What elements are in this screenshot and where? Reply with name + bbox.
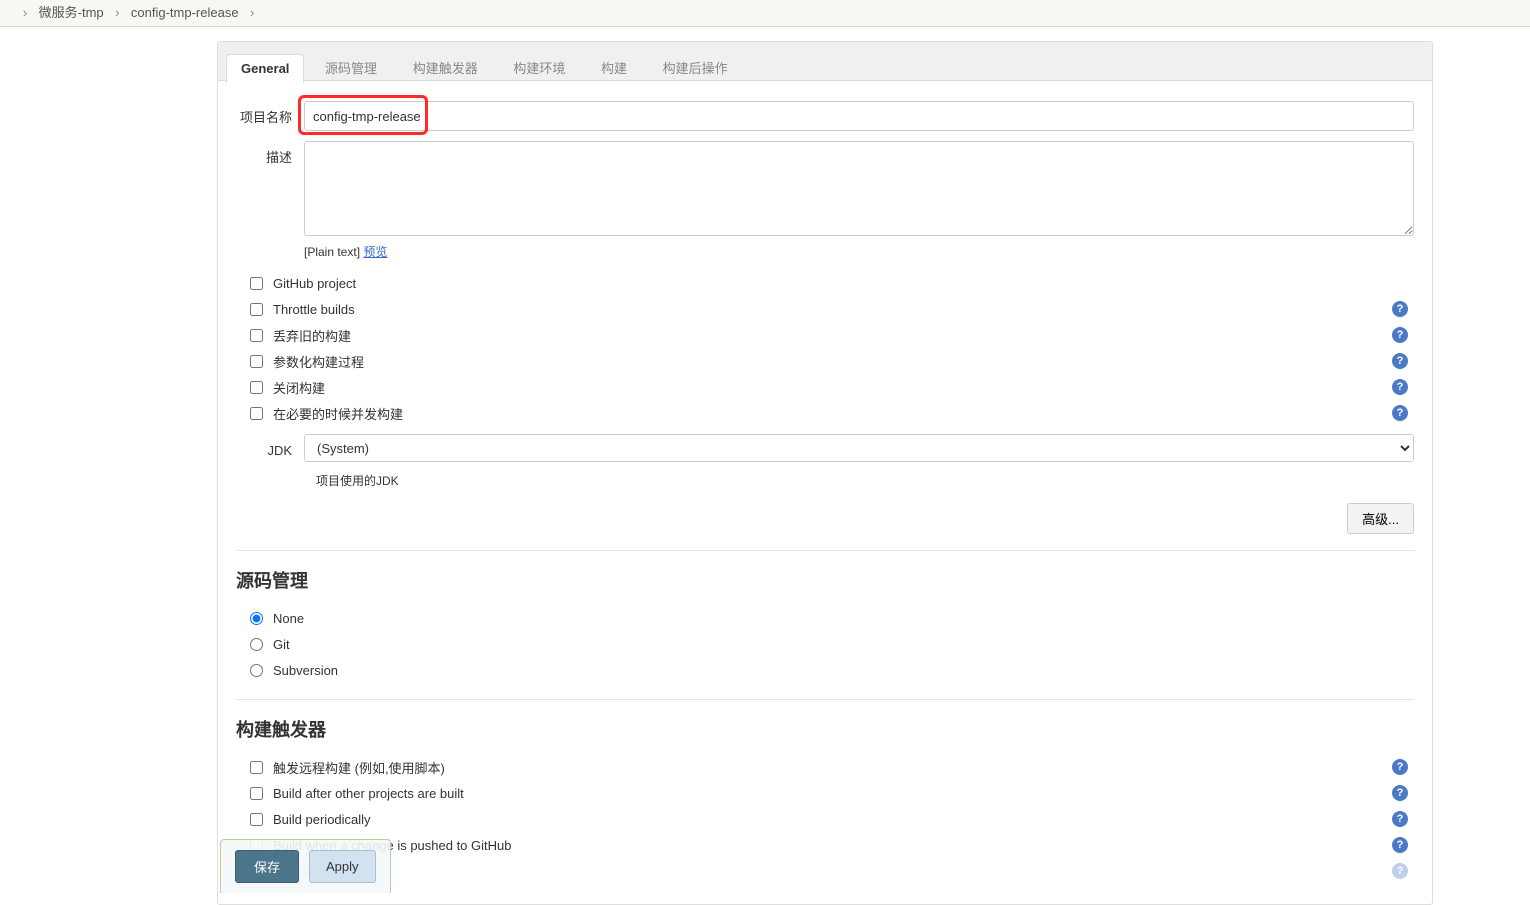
- tab-scm[interactable]: 源码管理: [310, 51, 392, 84]
- breadcrumb-sep: ›: [15, 0, 35, 26]
- row-jdk: JDK (System): [236, 434, 1414, 462]
- label-project-name: 项目名称: [236, 101, 304, 126]
- help-icon[interactable]: ?: [1392, 379, 1408, 395]
- general-check-row: 在必要的时候并发构建?: [236, 400, 1414, 426]
- general-check-label: 在必要的时候并发构建: [273, 404, 1392, 423]
- breadcrumb-item-2[interactable]: config-tmp-release: [131, 0, 239, 26]
- breadcrumb-sep: ›: [242, 0, 262, 26]
- trigger-check-row: 触发远程构建 (例如,使用脚本)?: [236, 754, 1414, 780]
- advanced-button[interactable]: 高级...: [1347, 503, 1414, 534]
- help-icon[interactable]: ?: [1392, 837, 1408, 853]
- description-format-hint: [Plain text] 预览: [304, 243, 1414, 260]
- general-check-0[interactable]: [250, 277, 263, 290]
- trigger-check-label: Build after other projects are built: [273, 786, 1392, 801]
- section-title-triggers: 构建触发器: [236, 699, 1414, 742]
- link-preview[interactable]: 预览: [363, 245, 387, 259]
- tab-row: General 源码管理 构建触发器 构建环境 构建 构建后操作: [218, 42, 1432, 81]
- trigger-check-label: Build periodically: [273, 812, 1392, 827]
- help-icon[interactable]: ?: [1392, 811, 1408, 827]
- general-check-row: 丢弃旧的构建?: [236, 322, 1414, 348]
- general-check-row: Throttle builds?: [236, 296, 1414, 322]
- section-title-scm: 源码管理: [236, 550, 1414, 593]
- general-check-label: GitHub project: [273, 276, 1414, 291]
- general-check-row: 参数化构建过程?: [236, 348, 1414, 374]
- scm-radio-1[interactable]: [250, 638, 263, 651]
- help-icon[interactable]: ?: [1392, 785, 1408, 801]
- general-check-4[interactable]: [250, 381, 263, 394]
- tab-triggers[interactable]: 构建触发器: [398, 51, 493, 84]
- general-check-1[interactable]: [250, 303, 263, 316]
- trigger-check-label: Build when a change is pushed to GitHub: [273, 838, 1392, 853]
- config-panel: General 源码管理 构建触发器 构建环境 构建 构建后操作 项目名称 描述…: [217, 41, 1433, 905]
- row-advanced: 高级...: [236, 503, 1414, 534]
- label-description: 描述: [236, 141, 304, 166]
- general-check-label: 关闭构建: [273, 378, 1392, 397]
- trigger-check-row: Poll SCM?: [236, 858, 1414, 884]
- trigger-check-label: 触发远程构建 (例如,使用脚本): [273, 758, 1392, 777]
- help-icon[interactable]: ?: [1392, 863, 1408, 879]
- tab-build-env[interactable]: 构建环境: [498, 51, 580, 84]
- select-jdk[interactable]: (System): [304, 434, 1414, 462]
- jdk-hint: 项目使用的JDK: [316, 472, 1414, 489]
- general-check-row: 关闭构建?: [236, 374, 1414, 400]
- apply-button[interactable]: Apply: [309, 850, 376, 883]
- label-jdk: JDK: [236, 439, 304, 458]
- plain-text-label: [Plain text]: [304, 245, 363, 259]
- scm-radio-row: None: [236, 605, 1414, 631]
- action-bar: 保存 Apply: [220, 839, 391, 893]
- help-icon[interactable]: ?: [1392, 353, 1408, 369]
- general-check-5[interactable]: [250, 407, 263, 420]
- trigger-check-label: Poll SCM: [273, 864, 1392, 879]
- help-icon[interactable]: ?: [1392, 327, 1408, 343]
- row-description: 描述 [Plain text] 预览: [236, 141, 1414, 260]
- scm-radio-row: Subversion: [236, 657, 1414, 683]
- general-check-2[interactable]: [250, 329, 263, 342]
- tab-general[interactable]: General: [226, 54, 304, 83]
- trigger-check-row: Build periodically?: [236, 806, 1414, 832]
- row-project-name: 项目名称: [236, 101, 1414, 131]
- form-body: 项目名称 描述 [Plain text] 预览 GitHub project Th…: [218, 81, 1432, 904]
- trigger-check-1[interactable]: [250, 787, 263, 800]
- trigger-check-0[interactable]: [250, 761, 263, 774]
- tab-build[interactable]: 构建: [586, 51, 642, 84]
- general-check-row: GitHub project: [236, 270, 1414, 296]
- input-project-name[interactable]: [304, 101, 1414, 131]
- scm-radio-label: Subversion: [273, 663, 338, 678]
- scm-radio-label: None: [273, 611, 304, 626]
- help-icon[interactable]: ?: [1392, 759, 1408, 775]
- help-icon[interactable]: ?: [1392, 301, 1408, 317]
- breadcrumb: › 微服务-tmp › config-tmp-release ›: [0, 0, 1530, 27]
- breadcrumb-sep: ›: [107, 0, 127, 26]
- textarea-description[interactable]: [304, 141, 1414, 236]
- scm-radio-2[interactable]: [250, 664, 263, 677]
- general-check-label: 丢弃旧的构建: [273, 326, 1392, 345]
- save-button[interactable]: 保存: [235, 850, 299, 883]
- scm-radio-row: Git: [236, 631, 1414, 657]
- general-check-3[interactable]: [250, 355, 263, 368]
- breadcrumb-item-1[interactable]: 微服务-tmp: [39, 0, 104, 26]
- general-check-label: Throttle builds: [273, 302, 1392, 317]
- tab-post-build[interactable]: 构建后操作: [648, 51, 743, 84]
- help-icon[interactable]: ?: [1392, 405, 1408, 421]
- scm-radio-label: Git: [273, 637, 290, 652]
- scm-radio-0[interactable]: [250, 612, 263, 625]
- general-check-label: 参数化构建过程: [273, 352, 1392, 371]
- trigger-check-2[interactable]: [250, 813, 263, 826]
- trigger-check-row: Build after other projects are built?: [236, 780, 1414, 806]
- trigger-check-row: Build when a change is pushed to GitHub?: [236, 832, 1414, 858]
